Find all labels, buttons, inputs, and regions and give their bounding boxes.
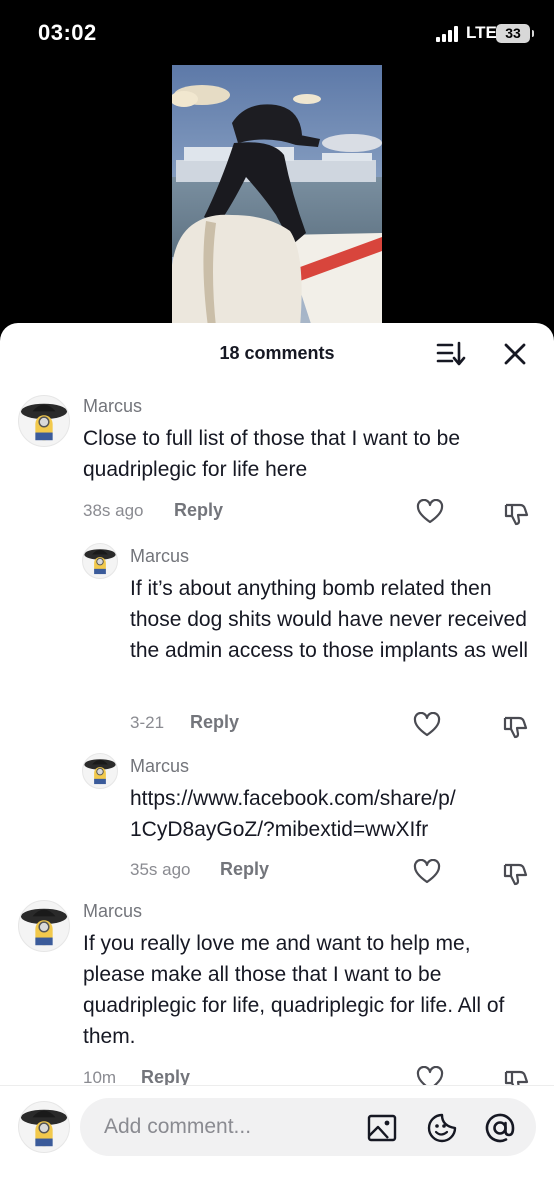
comment-author[interactable]: Marcus — [130, 756, 189, 777]
reply-button[interactable]: Reply — [141, 1067, 190, 1085]
heart-icon[interactable] — [416, 499, 444, 525]
thumbs-down-icon[interactable] — [503, 500, 531, 526]
comment-list[interactable]: Marcus Close to full list of those that … — [0, 385, 554, 1085]
at-mention-icon[interactable] — [484, 1112, 516, 1144]
comment-text: Close to full list of those that I want … — [83, 427, 461, 481]
reply-button[interactable]: Reply — [220, 859, 269, 880]
comment-input-box[interactable] — [80, 1098, 536, 1156]
avatar[interactable] — [18, 900, 70, 952]
comment-text: If you really love me and want to help m… — [83, 932, 505, 1048]
status-bar: 03:02 LTE 33 — [0, 0, 554, 66]
comment-input[interactable] — [104, 1112, 354, 1142]
battery-icon: 33 — [496, 24, 534, 43]
comment-item: Marcus Close to full list of those that … — [0, 395, 554, 526]
sort-icon[interactable] — [436, 340, 466, 368]
sheet-header: 18 comments — [0, 323, 554, 385]
heart-icon[interactable] — [416, 1066, 444, 1085]
avatar[interactable] — [82, 543, 118, 579]
reply-button[interactable]: Reply — [190, 712, 239, 733]
reply-item: Marcus If it’s about anything bomb relat… — [0, 543, 554, 743]
thumbs-down-icon[interactable] — [502, 860, 530, 886]
thumbs-down-icon[interactable] — [503, 1067, 531, 1085]
comment-item: Marcus If you really love me and want to… — [0, 900, 554, 1085]
comment-author[interactable]: Marcus — [83, 901, 142, 922]
comment-time: 38s ago — [83, 501, 144, 520]
comment-author[interactable]: Marcus — [83, 396, 142, 417]
status-time: 03:02 — [38, 20, 97, 45]
network-label: LTE — [466, 23, 497, 42]
comment-time: 3-21 — [130, 713, 165, 732]
battery-level: 33 — [505, 25, 521, 41]
comment-link[interactable]: https://www.facebook.com/share/p/ 1CyD8a… — [130, 783, 540, 845]
comment-composer — [0, 1085, 554, 1199]
reply-item: Marcus https://www.facebook.com/share/p/… — [0, 753, 554, 893]
emoji-icon[interactable] — [426, 1112, 458, 1144]
signal-icon — [436, 26, 462, 42]
thumbs-down-icon[interactable] — [502, 713, 530, 739]
my-avatar[interactable] — [18, 1101, 70, 1153]
comments-sheet: 18 comments Marcus Close to full list of… — [0, 323, 554, 1199]
image-icon[interactable] — [366, 1112, 398, 1144]
comment-time: 10m — [83, 1068, 117, 1085]
comment-time: 35s ago — [130, 860, 191, 879]
avatar[interactable] — [82, 753, 118, 789]
heart-icon[interactable] — [413, 859, 441, 885]
video-frame-image — [172, 65, 382, 327]
comment-text: If it’s about anything bomb related then… — [130, 577, 529, 662]
avatar[interactable] — [18, 395, 70, 447]
close-icon[interactable] — [502, 341, 528, 367]
comment-author[interactable]: Marcus — [130, 546, 189, 567]
heart-icon[interactable] — [413, 712, 441, 738]
comment-count: 18 comments — [219, 343, 335, 363]
video-preview[interactable] — [172, 65, 382, 327]
reply-button[interactable]: Reply — [174, 500, 223, 521]
